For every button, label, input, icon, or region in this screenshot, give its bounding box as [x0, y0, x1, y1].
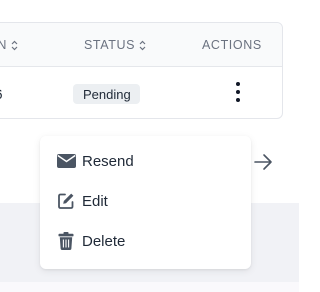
arrow-right-icon[interactable]	[253, 152, 273, 172]
column-header-actions: ACTIONS	[202, 38, 262, 52]
menu-item-edit[interactable]: Edit	[56, 190, 108, 212]
trash-icon	[56, 232, 76, 250]
data-table: ON STATUS ACTIONS 26 Pending	[0, 22, 283, 119]
row-actions-button[interactable]	[231, 80, 245, 104]
menu-item-label: Resend	[82, 152, 134, 170]
envelope-icon	[56, 152, 76, 170]
column-header-status[interactable]: STATUS	[84, 38, 146, 52]
menu-item-label: Delete	[82, 232, 126, 250]
kebab-dot	[236, 98, 240, 102]
table-header-row: ON STATUS ACTIONS	[0, 23, 282, 67]
sort-icon	[11, 40, 18, 50]
menu-item-resend[interactable]: Resend	[56, 150, 134, 172]
page-footer-strip	[0, 282, 299, 292]
edit-icon	[56, 192, 76, 210]
menu-item-delete[interactable]: Delete	[56, 230, 125, 252]
kebab-dot	[236, 82, 240, 86]
table-cell-partial: 26	[0, 86, 3, 102]
status-badge: Pending	[73, 84, 140, 104]
row-actions-menu: Resend Edit Delete	[40, 136, 251, 269]
kebab-dot	[236, 90, 240, 94]
sort-icon	[139, 40, 146, 50]
menu-item-label: Edit	[82, 192, 108, 210]
column-header-partial[interactable]: ON	[0, 38, 18, 52]
